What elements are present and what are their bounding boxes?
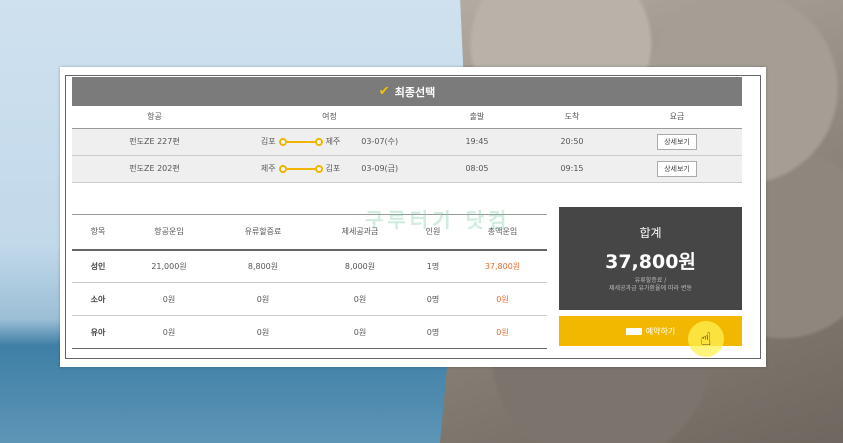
fare-cell: 상세보기 xyxy=(612,155,742,183)
table-row: 유아 0원 0원 0원 0명 0원 xyxy=(72,315,547,349)
total-note-line1: 유류할증료 / xyxy=(634,277,667,284)
total-note-line2: 제세공과금 유가환율에 따라 변동 xyxy=(608,285,692,292)
tax-value: 0원 xyxy=(312,315,408,349)
col-depart: 출발 xyxy=(422,106,532,129)
price-table: 항목 항공운임 유류할증료 제세공과금 인원 총액운임 성인 21,000원 8… xyxy=(72,214,547,349)
final-selection-header: ✔ 최종선택 xyxy=(72,77,742,106)
detail-button[interactable]: 상세보기 xyxy=(657,133,697,150)
fuel-value: 0원 xyxy=(214,282,312,316)
itinerary-cell: 김포 제주 03-07(수) xyxy=(237,128,422,156)
table-row: 펀도ZE 202편 제주 김포 03-09(금) 08:05 09:15 상세보… xyxy=(72,155,742,183)
row-label: 소아 xyxy=(72,282,124,316)
final-selection-panel: ✔ 최종선택 항공 여정 출발 도착 요금 펀도ZE 227편 김포 제주 03… xyxy=(60,67,766,367)
airfare-value: 0원 xyxy=(124,315,214,349)
count-value: 0명 xyxy=(408,282,458,316)
total-value: 0원 xyxy=(458,315,547,349)
table-row: 소아 0원 0원 0원 0명 0원 xyxy=(72,282,547,316)
row-label: 성인 xyxy=(72,249,124,283)
total-value: 0원 xyxy=(458,282,547,316)
watermark: 구루터기 닷컴 xyxy=(365,208,511,232)
fuel-value: 0원 xyxy=(214,315,312,349)
arrive-time: 20:50 xyxy=(532,128,612,156)
col-arrive: 도착 xyxy=(532,106,612,129)
reserve-label: 예약하기 xyxy=(645,326,676,336)
route-line-icon xyxy=(278,164,323,173)
tax-value: 8,000원 xyxy=(312,249,408,283)
depart-time: 19:45 xyxy=(422,128,532,156)
count-value: 0명 xyxy=(408,315,458,349)
check-icon: ✔ xyxy=(378,84,390,99)
total-amount: 37,800원 xyxy=(605,251,696,273)
route: 김포 제주 03-07(수) xyxy=(261,136,398,147)
total-value: 37,800원 xyxy=(458,249,547,283)
flight-date: 03-07(수) xyxy=(361,137,399,146)
col-item: 항목 xyxy=(72,214,124,251)
fare-cell: 상세보기 xyxy=(612,128,742,156)
col-fare: 요금 xyxy=(612,106,742,129)
airfare-value: 21,000원 xyxy=(124,249,214,283)
flight-table-header: 항공 여정 출발 도착 요금 xyxy=(72,106,742,129)
header-title: 최종선택 xyxy=(394,85,436,99)
count-value: 1명 xyxy=(408,249,458,283)
total-summary-box: 합계 37,800원 유류할증료 / 제세공과금 유가환율에 따라 변동 xyxy=(559,207,742,310)
hand-cursor-icon: ☝ xyxy=(688,321,724,357)
ticket-icon xyxy=(625,327,642,335)
depart-time: 08:05 xyxy=(422,155,532,183)
col-airfare: 항공운임 xyxy=(124,214,214,251)
route-line-icon xyxy=(278,137,323,146)
destination: 김포 xyxy=(325,164,341,173)
col-airline: 항공 xyxy=(72,106,237,129)
origin: 제주 xyxy=(260,164,276,173)
destination: 제주 xyxy=(325,137,341,146)
fuel-value: 8,800원 xyxy=(214,249,312,283)
table-row: 성인 21,000원 8,800원 8,000원 1명 37,800원 xyxy=(72,249,547,283)
total-note: 유류할증료 / 제세공과금 유가환율에 따라 변동 xyxy=(559,277,742,293)
total-label: 합계 xyxy=(639,226,662,240)
flight-table: 항공 여정 출발 도착 요금 펀도ZE 227편 김포 제주 03-07(수) … xyxy=(72,106,742,183)
table-row: 펀도ZE 227편 김포 제주 03-07(수) 19:45 20:50 상세보… xyxy=(72,128,742,156)
flight-number: 펀도ZE 202편 xyxy=(72,155,237,183)
flight-date: 03-09(금) xyxy=(361,164,399,173)
tax-value: 0원 xyxy=(312,282,408,316)
col-itinerary: 여정 xyxy=(237,106,422,129)
detail-button[interactable]: 상세보기 xyxy=(657,160,697,177)
arrive-time: 09:15 xyxy=(532,155,612,183)
airfare-value: 0원 xyxy=(124,282,214,316)
col-fuel: 유류할증료 xyxy=(214,214,312,251)
route: 제주 김포 03-09(금) xyxy=(261,163,398,174)
flight-number: 펀도ZE 227편 xyxy=(72,128,237,156)
itinerary-cell: 제주 김포 03-09(금) xyxy=(237,155,422,183)
row-label: 유아 xyxy=(72,315,124,349)
origin: 김포 xyxy=(260,137,276,146)
